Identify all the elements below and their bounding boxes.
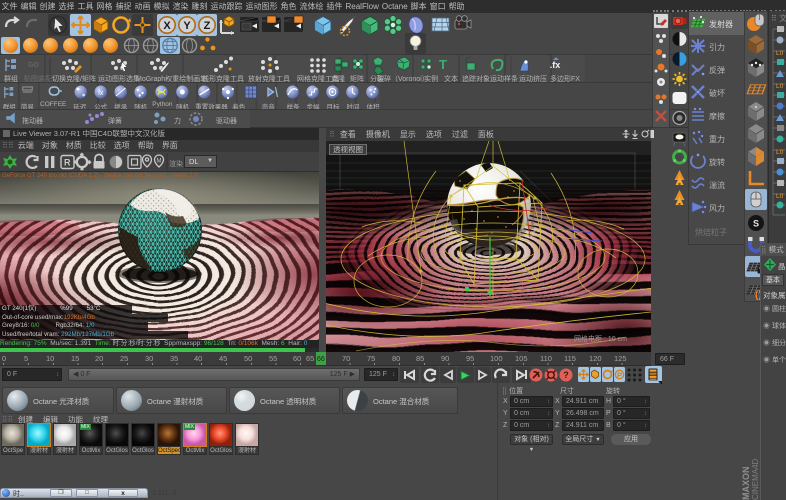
svg-text:15: 15 [71, 354, 79, 363]
svg-text:Z: Z [204, 20, 211, 32]
svg-text:L0: L0 [776, 193, 784, 200]
svg-text:60: 60 [293, 354, 301, 363]
svg-text:105: 105 [515, 354, 528, 363]
svg-text:115: 115 [564, 354, 576, 363]
svg-text:95: 95 [466, 354, 474, 363]
svg-text:.fx: .fx [550, 60, 561, 70]
svg-text:网格电距 : 10 cm: 网格电距 : 10 cm [574, 334, 627, 343]
svg-text:L0: L0 [776, 50, 784, 57]
svg-text:40: 40 [194, 354, 202, 363]
svg-text:10: 10 [46, 354, 54, 363]
svg-text:120: 120 [589, 354, 602, 363]
svg-text:65: 65 [306, 354, 314, 363]
svg-text:20: 20 [95, 354, 103, 363]
svg-text:45: 45 [219, 354, 227, 363]
svg-text:R: R [64, 158, 71, 168]
svg-text:S: S [753, 219, 759, 229]
svg-text:25: 25 [120, 354, 128, 363]
svg-text:?: ? [563, 370, 569, 380]
svg-text:85: 85 [416, 354, 424, 363]
svg-text:66: 66 [317, 356, 325, 363]
svg-text:L0: L0 [776, 149, 784, 156]
svg-text:110: 110 [540, 354, 552, 363]
svg-text:L0: L0 [776, 83, 784, 90]
svg-text:30: 30 [145, 354, 153, 363]
svg-text:T: T [439, 57, 447, 72]
svg-text:P: P [617, 371, 622, 380]
svg-text:Y: Y [183, 20, 191, 32]
svg-text:50: 50 [244, 354, 252, 363]
svg-text:55: 55 [269, 354, 277, 363]
svg-text:5: 5 [24, 354, 28, 363]
svg-text:70: 70 [342, 354, 350, 363]
svg-text:80: 80 [392, 354, 400, 363]
svg-text:GO: GO [28, 62, 39, 69]
svg-text:0: 0 [2, 354, 6, 363]
svg-text:fx: fx [98, 90, 104, 97]
svg-text:100: 100 [490, 354, 503, 363]
svg-text:90: 90 [441, 354, 449, 363]
svg-text:125: 125 [614, 354, 627, 363]
svg-text:M: M [157, 159, 162, 165]
svg-text:35: 35 [170, 354, 178, 363]
svg-text:X: X [163, 20, 171, 32]
svg-text:75: 75 [367, 354, 375, 363]
